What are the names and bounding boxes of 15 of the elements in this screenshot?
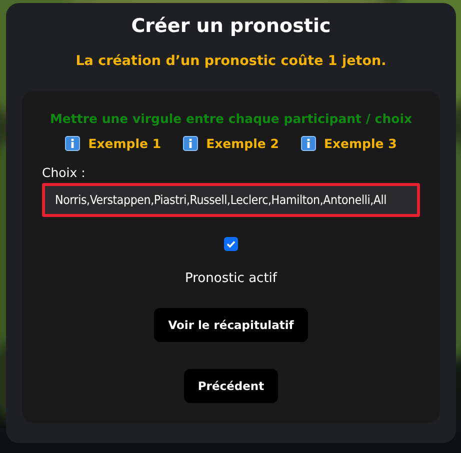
- previous-button[interactable]: Précédent: [184, 369, 278, 403]
- cost-notice: La création d’un pronostic coûte 1 jeton.: [76, 53, 386, 69]
- checkbox[interactable]: [224, 237, 238, 251]
- example-link[interactable]: Exemple 2: [183, 136, 279, 151]
- example-link[interactable]: Exemple 1: [65, 136, 162, 151]
- summary-button[interactable]: Voir le récapitulatif: [154, 308, 308, 342]
- choices-field[interactable]: Norris,Verstappen,Piastri,Russell,Leclerc,Hamilton,Antonelli,All: [42, 183, 420, 217]
- info-icon: [183, 136, 198, 151]
- example-link[interactable]: Exemple 3: [300, 136, 397, 151]
- checkbox-label: Pronostic actif: [185, 271, 277, 286]
- info-icon: [300, 136, 316, 151]
- hint-text: Mettre une virgule entre chaque participant / choix: [50, 111, 412, 126]
- dialog-title: Créer un pronostic: [131, 15, 331, 37]
- field-label: Choix :: [42, 165, 86, 180]
- info-icon: [65, 136, 80, 151]
